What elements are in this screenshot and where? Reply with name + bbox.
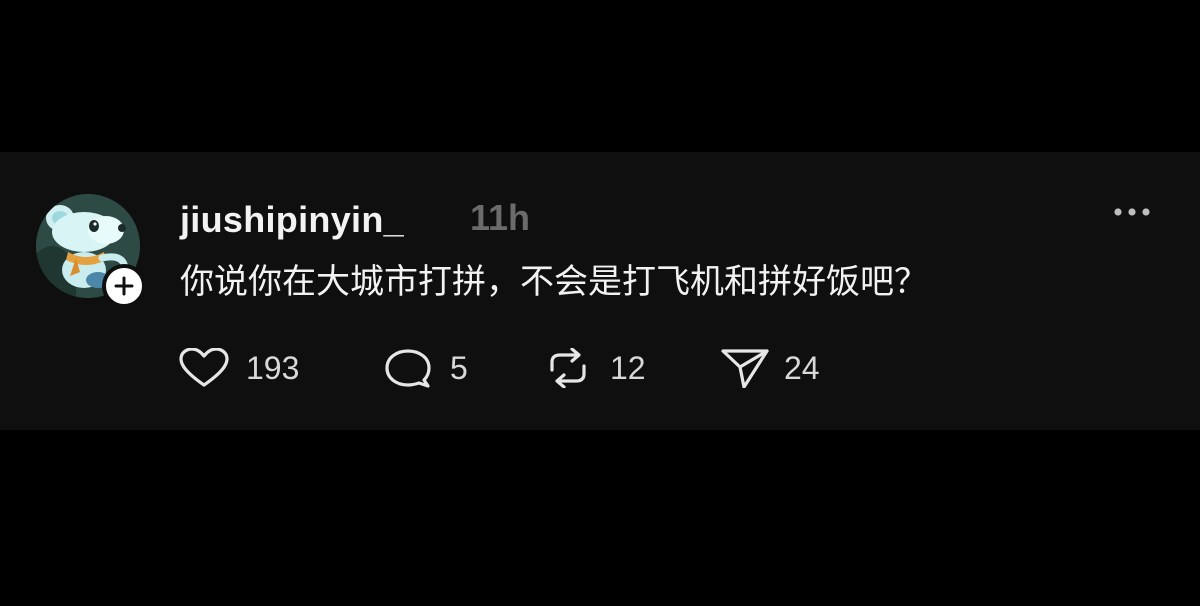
paper-plane-icon <box>721 349 769 388</box>
avatar-container <box>36 194 146 312</box>
post-text: 你说你在大城市打拼，不会是打飞机和拼好饭吧？ <box>180 262 928 302</box>
follow-button[interactable] <box>102 264 146 308</box>
reply-button[interactable]: 5 <box>384 346 484 390</box>
username[interactable]: jiushipinyin_ <box>180 200 404 240</box>
post-timestamp: 11h <box>470 197 531 238</box>
repost-count: 12 <box>610 350 646 386</box>
page: jiushipinyin_ 11h 你说你在大城市打拼，不会是打飞机和拼好饭吧？… <box>0 0 1200 606</box>
repost-button[interactable]: 12 <box>542 346 662 390</box>
like-count: 193 <box>246 350 300 386</box>
heart-icon <box>179 348 229 387</box>
like-button[interactable]: 193 <box>178 346 318 390</box>
share-button[interactable]: 24 <box>720 346 840 390</box>
reply-count: 5 <box>450 350 468 386</box>
post-card: jiushipinyin_ 11h 你说你在大城市打拼，不会是打飞机和拼好饭吧？… <box>0 152 1200 430</box>
more-dots-icon <box>1114 208 1150 216</box>
speech-bubble-icon <box>385 349 431 388</box>
plus-icon <box>114 276 134 296</box>
share-count: 24 <box>784 350 820 386</box>
more-options-button[interactable] <box>1110 202 1154 222</box>
repost-arrows-icon <box>550 348 586 388</box>
